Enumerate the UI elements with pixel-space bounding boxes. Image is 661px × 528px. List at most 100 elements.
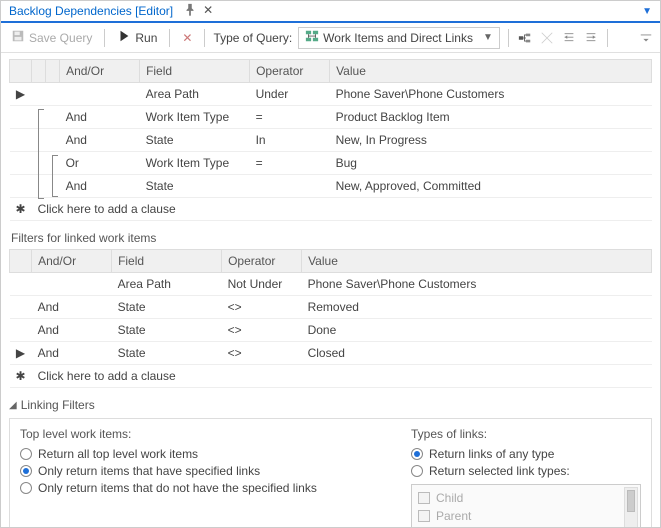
group-bracket xyxy=(46,129,60,152)
run-button[interactable]: Run xyxy=(113,27,161,48)
indent-right-icon[interactable] xyxy=(583,30,599,46)
cell-operator[interactable]: = xyxy=(250,152,330,175)
clause-row[interactable]: Area PathNot UnderPhone Saver\Phone Cust… xyxy=(10,273,652,296)
cell-operator[interactable]: Not Under xyxy=(222,273,302,296)
col-header-field[interactable]: Field xyxy=(140,60,250,83)
toolbar: Save Query Run ✕ Type of Query: Work Ite… xyxy=(1,23,660,53)
radio-label: Only return items that have specified li… xyxy=(38,464,260,478)
link-type-item[interactable]: Parent xyxy=(416,507,636,525)
cell-andor[interactable]: And xyxy=(32,319,112,342)
row-marker xyxy=(10,106,32,129)
link-types-option[interactable]: Return links of any type xyxy=(411,447,641,461)
main-clause-grid: And/Or Field Operator Value ▶Area PathUn… xyxy=(9,59,652,221)
cell-field[interactable]: Area Path xyxy=(112,273,222,296)
delete-clause-button[interactable]: ✕ xyxy=(178,29,196,47)
cell-andor[interactable]: And xyxy=(60,175,140,198)
row-marker xyxy=(10,296,32,319)
clause-row[interactable]: ▶AndState<>Closed xyxy=(10,342,652,365)
linking-filters-label: Linking Filters xyxy=(21,398,95,412)
clause-row[interactable]: AndState<>Done xyxy=(10,319,652,342)
query-type-dropdown[interactable]: Work Items and Direct Links ▼ xyxy=(298,27,500,49)
group-bracket xyxy=(32,152,46,175)
tab-dropdown-icon[interactable]: ▼ xyxy=(638,6,656,17)
cell-andor[interactable]: And xyxy=(32,296,112,319)
radio-icon xyxy=(411,448,423,460)
tab-title[interactable]: Backlog Dependencies [Editor] xyxy=(5,2,177,20)
cell-field[interactable]: State xyxy=(112,296,222,319)
checkbox-icon xyxy=(418,492,430,504)
cell-field[interactable]: Work Item Type xyxy=(140,152,250,175)
cell-value[interactable]: Phone Saver\Phone Customers xyxy=(302,273,652,296)
cell-andor[interactable]: And xyxy=(32,342,112,365)
top-level-option[interactable]: Return all top level work items xyxy=(20,447,411,461)
col-header-value[interactable]: Value xyxy=(302,250,652,273)
cell-field[interactable]: State xyxy=(112,319,222,342)
cell-operator[interactable] xyxy=(250,175,330,198)
cell-operator[interactable]: <> xyxy=(222,319,302,342)
scrollbar[interactable] xyxy=(624,487,638,527)
col-header-andor[interactable]: And/Or xyxy=(32,250,112,273)
query-type-icon xyxy=(305,29,319,46)
top-level-column: Top level work items: Return all top lev… xyxy=(20,427,411,527)
checkbox-icon xyxy=(418,510,430,522)
toolbar-overflow-icon[interactable] xyxy=(638,30,654,46)
cell-value[interactable]: Closed xyxy=(302,342,652,365)
save-query-button[interactable]: Save Query xyxy=(7,27,96,48)
cell-value[interactable]: Bug xyxy=(330,152,652,175)
cell-operator[interactable]: <> xyxy=(222,296,302,319)
cell-value[interactable]: Phone Saver\Phone Customers xyxy=(330,83,652,106)
cell-field[interactable]: Work Item Type xyxy=(140,106,250,129)
cell-operator[interactable]: Under xyxy=(250,83,330,106)
cell-field[interactable]: Area Path xyxy=(140,83,250,106)
cell-field[interactable]: State xyxy=(140,129,250,152)
linking-filters-header[interactable]: ◢ Linking Filters xyxy=(9,398,652,412)
cell-field[interactable]: State xyxy=(112,342,222,365)
radio-label: Return links of any type xyxy=(429,447,554,461)
clause-row[interactable]: OrWork Item Type=Bug xyxy=(10,152,652,175)
clause-row[interactable]: AndState New, Approved, Committed xyxy=(10,175,652,198)
col-header-field[interactable]: Field xyxy=(112,250,222,273)
ungroup-icon[interactable] xyxy=(539,30,555,46)
col-header-operator[interactable]: Operator xyxy=(250,60,330,83)
cell-andor[interactable] xyxy=(32,273,112,296)
indent-left-icon[interactable] xyxy=(561,30,577,46)
clause-row[interactable]: AndState<>Removed xyxy=(10,296,652,319)
cell-operator[interactable]: = xyxy=(250,106,330,129)
cell-andor[interactable] xyxy=(60,83,140,106)
clause-row[interactable]: AndWork Item Type=Product Backlog Item xyxy=(10,106,652,129)
cell-operator[interactable]: In xyxy=(250,129,330,152)
add-clause-label: Click here to add a clause xyxy=(32,365,652,388)
cell-andor[interactable]: And xyxy=(60,129,140,152)
clause-row[interactable]: ▶Area PathUnderPhone Saver\Phone Custome… xyxy=(10,83,652,106)
link-type-item[interactable]: Child xyxy=(416,489,636,507)
delete-icon: ✕ xyxy=(182,31,192,45)
link-types-option[interactable]: Return selected link types: xyxy=(411,464,641,478)
cell-value[interactable]: Removed xyxy=(302,296,652,319)
editor-content: And/Or Field Operator Value ▶Area PathUn… xyxy=(1,53,660,527)
new-row-icon: ✱ xyxy=(10,365,32,388)
save-query-label: Save Query xyxy=(29,31,92,45)
col-header-operator[interactable]: Operator xyxy=(222,250,302,273)
row-marker xyxy=(10,129,32,152)
cell-value[interactable]: New, In Progress xyxy=(330,129,652,152)
add-clause-row[interactable]: ✱ Click here to add a clause xyxy=(10,198,652,221)
close-icon[interactable]: ✕ xyxy=(203,3,213,20)
cell-value[interactable]: Done xyxy=(302,319,652,342)
radio-icon xyxy=(20,448,32,460)
cell-value[interactable]: Product Backlog Item xyxy=(330,106,652,129)
cell-andor[interactable]: And xyxy=(60,106,140,129)
cell-andor[interactable]: Or xyxy=(60,152,140,175)
scrollbar-thumb[interactable] xyxy=(627,490,635,512)
col-header-andor[interactable]: And/Or xyxy=(60,60,140,83)
cell-field[interactable]: State xyxy=(140,175,250,198)
clause-row[interactable]: AndStateInNew, In Progress xyxy=(10,129,652,152)
cell-value[interactable]: New, Approved, Committed xyxy=(330,175,652,198)
tree-mode-icon[interactable] xyxy=(517,30,533,46)
add-clause-row[interactable]: ✱ Click here to add a clause xyxy=(10,365,652,388)
top-level-option[interactable]: Only return items that have specified li… xyxy=(20,464,411,478)
col-header-value[interactable]: Value xyxy=(330,60,652,83)
cell-operator[interactable]: <> xyxy=(222,342,302,365)
pin-icon[interactable] xyxy=(183,3,197,20)
top-level-option[interactable]: Only return items that do not have the s… xyxy=(20,481,411,495)
top-level-label: Top level work items: xyxy=(20,427,411,441)
